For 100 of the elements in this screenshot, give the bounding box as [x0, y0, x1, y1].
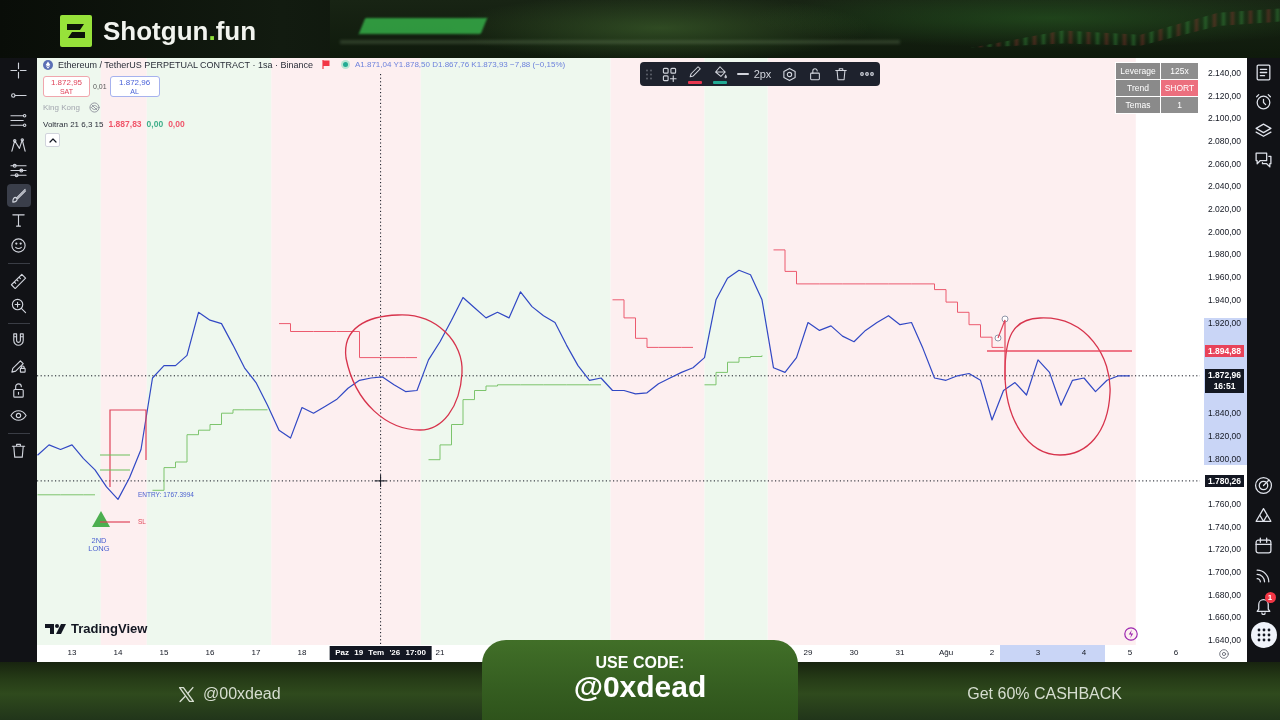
time-axis-label: 21 [435, 647, 445, 659]
price-text: 1.872,96 [1207, 370, 1242, 382]
triangles-icon [1254, 505, 1273, 525]
chevron-up-icon [48, 137, 57, 143]
logo-icon [60, 15, 92, 47]
eye-icon [10, 407, 27, 424]
layers-icon [1254, 121, 1273, 140]
cashback-offer: Get 60% CASHBACK [967, 685, 1122, 703]
smiley-icon [10, 237, 27, 254]
price-axis-label: 1.700,00 [1207, 566, 1241, 578]
table-cell: Leverage [1116, 63, 1160, 79]
apps-grid-icon [1250, 622, 1277, 648]
drag-handle[interactable] [994, 334, 1002, 342]
coin-icon [43, 59, 53, 70]
crosshair-icon [10, 62, 27, 79]
indicator-name: Voltran 21 6,3 15 [43, 119, 104, 129]
price-axis-label: 1.760,00 [1207, 497, 1241, 510]
brand-name: Shotgun.fun [103, 15, 257, 47]
time-axis-label: 2 [989, 647, 995, 659]
price-axis-label: 2.100,00 [1207, 112, 1241, 125]
price-axis-label: 1.960,00 [1207, 271, 1241, 284]
social-handle: @00xdead [203, 685, 281, 703]
time-axis-label: 16 [205, 647, 215, 659]
trash-icon [834, 67, 848, 81]
table-cell: Temas [1116, 97, 1160, 113]
pattern-icon [10, 137, 27, 154]
price-axis-label: 1.680,00 [1207, 588, 1241, 601]
flag-icon [321, 60, 330, 69]
ruler-icon [10, 272, 27, 289]
countdown-text: 16:51 [1213, 381, 1236, 393]
text-tool-icon [10, 212, 27, 229]
indicator-name: King Kong [43, 102, 80, 112]
price-axis-label: 1.920,00 [1207, 316, 1241, 329]
indicator-value: 0,00 [146, 119, 164, 129]
horizontal-lines-icon [10, 112, 27, 129]
table-cell: Trend [1116, 80, 1160, 96]
x-logo-icon [178, 685, 195, 703]
brush-button[interactable] [6, 184, 31, 207]
alarm-clock-icon [1254, 92, 1273, 111]
price-axis-label: 1.720,00 [1207, 543, 1241, 556]
sliders-icon [10, 162, 27, 179]
price-axis-label: 1.820,00 [1207, 429, 1241, 442]
time-axis-label: 29 [803, 647, 813, 659]
price-axis-label: 2.080,00 [1207, 135, 1241, 147]
price-axis-label: 1.980,00 [1207, 248, 1241, 261]
time-axis-label: Ağu [938, 647, 954, 659]
time-axis-label: 18 [297, 647, 307, 659]
price-axis-label: 2.140,00 [1207, 67, 1241, 79]
time-axis-label: 6 [1173, 647, 1179, 659]
table-cell: 125x [1161, 63, 1198, 79]
price-axis-label: 1.800,00 [1207, 452, 1241, 465]
drag-handle-icon[interactable] [646, 68, 652, 80]
eye-off-icon[interactable] [88, 101, 100, 113]
line-weight-icon [736, 72, 749, 76]
trash-icon [10, 442, 27, 459]
time-axis-label: 31 [895, 647, 905, 659]
promo-code-label: USE CODE: [595, 654, 685, 671]
magnet-icon [10, 332, 27, 349]
pencil-icon [688, 64, 702, 79]
drawing-price-tag: 1.894,88 [1205, 345, 1244, 357]
triangle-marker-icon [92, 511, 110, 527]
line-width-button[interactable]: 2px [732, 62, 776, 86]
crosshair-cursor-icon [374, 474, 388, 488]
time-axis-label: 13 [67, 647, 77, 659]
time-axis-label: 14 [113, 647, 123, 659]
table-cell: SHORT [1161, 80, 1198, 96]
logo-text: TradingView [71, 621, 148, 636]
price-axis-label: 2.060,00 [1207, 157, 1241, 170]
settings-icon [781, 66, 797, 82]
price-axis-label: 1.740,00 [1207, 520, 1241, 533]
bell-button[interactable]: 1 [1248, 590, 1279, 620]
ohlc-values: A1.871,04 Y1.878,50 D1.867,76 K1.873,93 −7,88 (−0,15%) [354, 60, 566, 69]
time-axis-label: 30 [849, 647, 859, 659]
grid-plus-icon [661, 66, 677, 82]
price-axis-label: 1.940,00 [1207, 293, 1241, 306]
drag-handle[interactable] [1001, 315, 1009, 323]
table-cell: 1 [1161, 97, 1198, 113]
more-icon [860, 72, 874, 76]
collapse-button[interactable] [45, 133, 60, 147]
price-axis-label: 2.120,00 [1207, 89, 1241, 102]
pencil-lock-icon [10, 357, 27, 374]
price-axis-label: 2.020,00 [1207, 203, 1241, 216]
indicator-value: 1.887,83 [108, 119, 142, 129]
unlocked-lock-icon [10, 382, 27, 399]
promo-code: @0xdead [573, 671, 707, 703]
lightning-icon[interactable] [1124, 627, 1138, 641]
settings-icon[interactable] [1218, 648, 1229, 659]
target-icon [1254, 475, 1273, 495]
price-axis-label: 1.640,00 [1207, 634, 1241, 645]
time-axis-label: 4 [1081, 647, 1087, 659]
watchlist-icon [1254, 63, 1273, 82]
zoom-in-icon [10, 297, 27, 314]
fill-bucket-icon [713, 64, 727, 79]
calendar-icon [1254, 535, 1273, 555]
apps-grid-button[interactable] [1248, 620, 1279, 650]
time-axis-label: 5 [1127, 647, 1133, 659]
price-axis-label: 2.000,00 [1207, 225, 1241, 238]
status-dot-icon [340, 60, 350, 69]
price-axis-label: 2.040,00 [1207, 180, 1241, 193]
time-axis-label: 3 [1035, 647, 1041, 659]
